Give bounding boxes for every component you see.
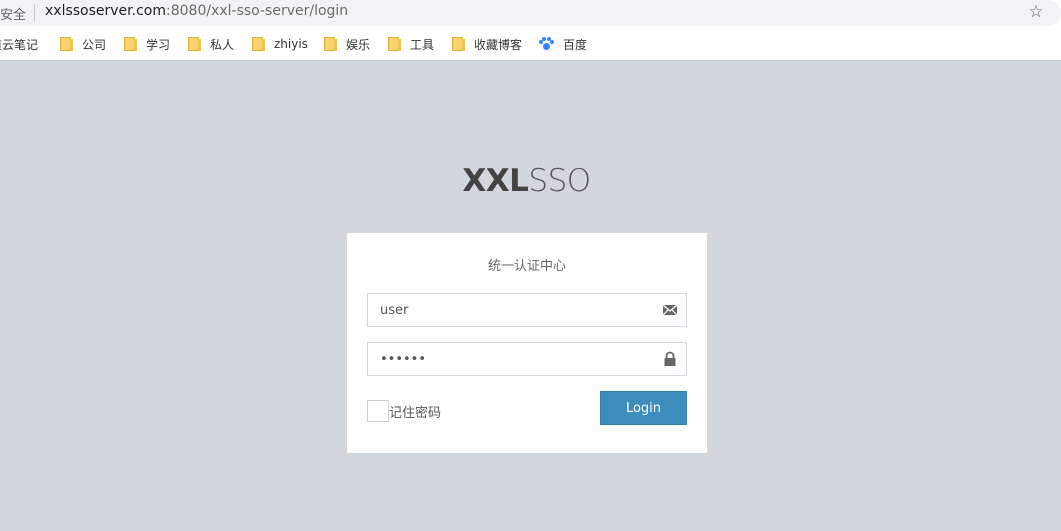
login-card: 统一认证中心 记住密码 Login (347, 233, 707, 453)
username-input[interactable] (368, 294, 686, 326)
bookmark-label: 娱乐 (346, 37, 371, 52)
lock-icon (664, 351, 676, 366)
folder-icon (124, 37, 137, 51)
security-indicator[interactable]: 安全 (0, 4, 26, 23)
envelope-icon (662, 304, 678, 316)
bookmark-star-icon[interactable]: ☆ (1027, 3, 1045, 21)
login-title: 统一认证中心 (487, 259, 566, 274)
folder-icon (324, 37, 337, 51)
logo-bold: XXL (462, 163, 529, 199)
bookmark-folder[interactable]: zhiyis (252, 35, 308, 53)
bookmark-label: 私人 (210, 37, 235, 52)
password-input[interactable] (368, 343, 686, 375)
remember-checkbox[interactable] (367, 400, 389, 422)
url-path: :8080/xxl-sso-server/login (166, 3, 349, 19)
bookmark-label: 百度 (563, 37, 588, 52)
url-host: xxlssoserver.com (45, 3, 166, 19)
folder-icon (388, 37, 401, 51)
remember-label: 记住密码 (389, 405, 442, 421)
bookmark-label: 工具 (410, 37, 435, 52)
password-field (367, 342, 687, 376)
bookmark-label: zhiyis (274, 37, 308, 51)
bookmark-item[interactable]: 道云笔记 (0, 35, 38, 53)
omnibox-separator (34, 4, 35, 21)
bookmark-folder[interactable]: 收藏博客 (452, 35, 522, 53)
folder-icon (252, 37, 265, 51)
bookmark-item[interactable]: 百度 (539, 35, 587, 53)
bookmark-folder[interactable]: 学习 (124, 35, 170, 53)
logo-light: SSO (528, 163, 591, 199)
app-logo: XXLSSO (0, 163, 1053, 199)
login-button[interactable]: Login (600, 391, 687, 425)
baidu-paw-icon (539, 37, 554, 51)
bookmark-folder[interactable]: 工具 (388, 35, 434, 53)
bookmark-folder[interactable]: 私人 (188, 35, 234, 53)
bookmark-label: 公司 (82, 37, 107, 52)
bookmark-label: 道云笔记 (0, 37, 39, 52)
bookmark-folder[interactable]: 娱乐 (324, 35, 370, 53)
bookmark-folder[interactable]: 公司 (60, 35, 106, 53)
username-field (367, 293, 687, 327)
bookmarks-bar: 道云笔记 公司 学习 私人 zhiyis 娱乐 工具 收藏博客 百度 (0, 26, 1061, 61)
browser-address-bar: 安全 xxlssoserver.com:8080/xxl-sso-server/… (0, 0, 1061, 26)
bookmark-label: 收藏博客 (474, 37, 523, 52)
folder-icon (188, 37, 201, 51)
remember-me: 记住密码 (367, 400, 441, 422)
url-text[interactable]: xxlssoserver.com:8080/xxl-sso-server/log… (45, 3, 348, 19)
bookmark-label: 学习 (146, 37, 171, 52)
folder-icon (452, 37, 465, 51)
folder-icon (60, 37, 73, 51)
